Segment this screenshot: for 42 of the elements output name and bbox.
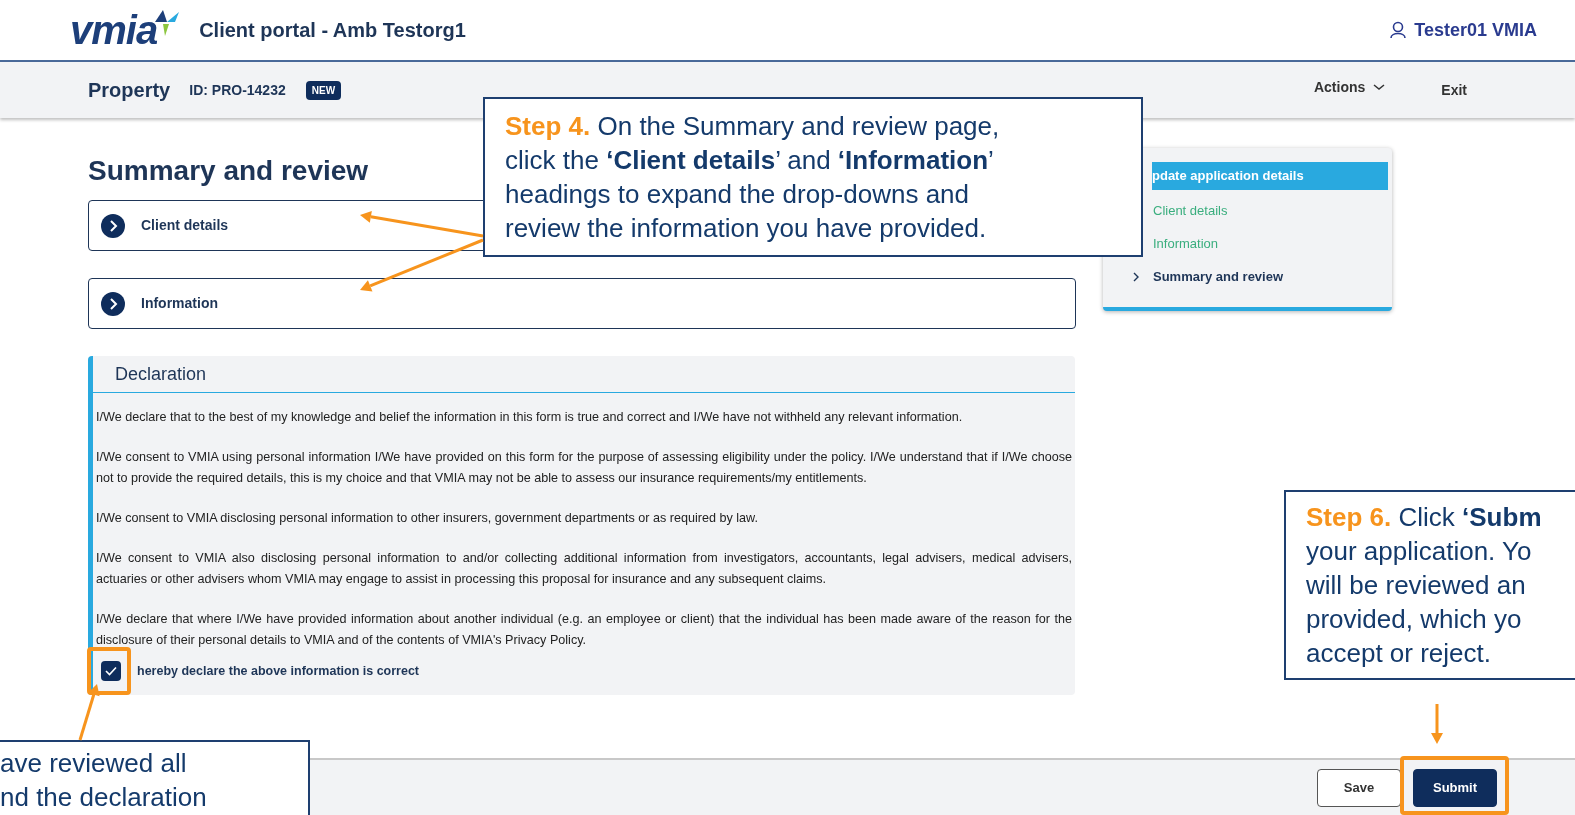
exit-button[interactable]: Exit [1441,79,1467,101]
arrow [1431,704,1443,744]
declaration-paragraph: I/We declare that where I/We have provided information about another individual (e.g. an employee or client) that the individual has been made aware of the reason for the disclosure of their personal details to VMIA and of the contents of VMIA's Privacy Policy. [96,611,1072,649]
nav-heading: pdate application details [1152,162,1388,190]
callout-text: nd the declaration [0,781,208,814]
callout-text: review the information you have provided. [505,212,988,245]
record-id: ID: PRO-14232 [189,80,286,100]
checkbox-label: hereby declare the above information is correct [137,662,420,680]
portal-title: Client portal - Amb Testorg1 [199,18,466,43]
callout-text: accept or reject. [1306,637,1492,670]
user-link[interactable]: Tester01 VMIA [1390,16,1537,44]
chevron-right-icon [101,291,125,316]
callout-text: Step 6. Click ‘Subm [1306,501,1543,534]
callout-text: click the ‘Client details’ and ‘Information’ [505,144,995,177]
highlight-frame [87,647,131,695]
submit-button[interactable]: Submit [1413,768,1497,807]
callout-text: your application. Yo [1306,535,1533,568]
callout-text: provided, which yo [1306,603,1523,636]
declaration-paragraph: I/We consent to VMIA also disclosing personal information to and/or collecting additional information from investigators, accountants, legal advisers, medical advisers, actuaries or other advisers whom VMIA may engage to assist in processing this proposal for insurance and any subsequent claims. [96,550,1072,588]
checkbox[interactable] [101,661,121,681]
status-badge: NEW [305,80,342,100]
chevron-right-icon [101,213,125,238]
user-icon [1390,21,1407,39]
declaration-paragraph: I/We consent to VMIA disclosing personal information to other insurers, government departments or as required by law. [96,510,759,527]
arrow [78,684,100,741]
chevron-down-icon [1373,83,1386,91]
page-heading: Summary and review [88,154,369,188]
callout-text: headings to expand the drop-downs and [505,178,970,211]
declaration-paragraph: I/We declare that to the best of my knowledge and belief the information in this form is true and correct and I/We have not withheld any relevant information. [96,409,964,426]
actions-menu[interactable]: Actions [1313,76,1386,98]
checkmark-icon [105,666,117,676]
declaration-title: Declaration [115,362,207,386]
product-title: Property [88,78,171,103]
logo-text: vmia [70,10,158,50]
accordion-header[interactable]: Information [88,278,1076,329]
nav-item[interactable]: Summary and review [1153,260,1378,293]
save-button[interactable]: Save [1317,768,1401,807]
chevron-right-icon [1133,272,1139,282]
callout-text: will be reviewed an [1306,569,1527,602]
declaration-paragraph: I/We consent to VMIA using personal information I/We have provided on this form for the purpose of assessing eligibility under the policy. I/We understand that if I/We choose not to provide the required details, this is my choice and that VMIA may not be able to assess our insurance requirements/my entitlements. [96,449,1072,487]
callout-text: Step 4. On the Summary and review page, [505,110,1001,143]
callout-text: ave reviewed all [0,747,188,780]
